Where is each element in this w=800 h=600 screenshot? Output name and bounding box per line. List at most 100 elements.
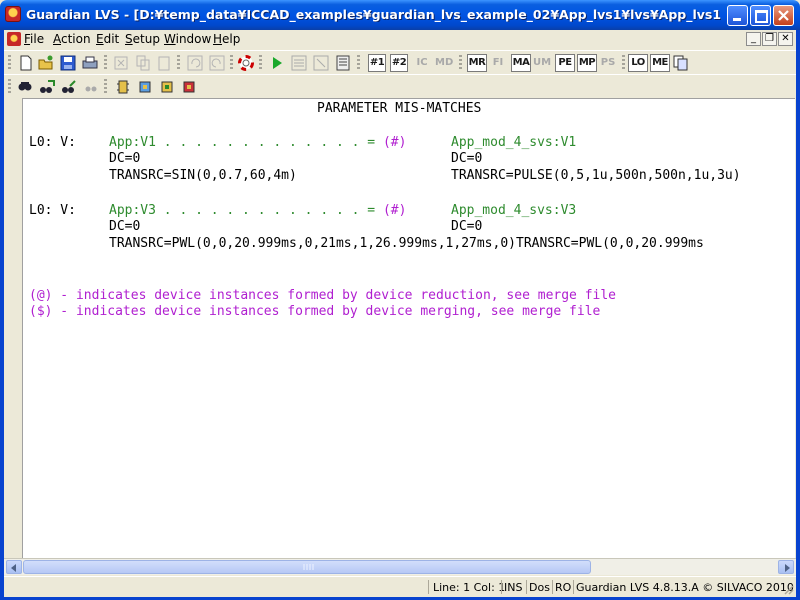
toolbar-grip[interactable]	[104, 55, 107, 71]
print-icon[interactable]	[81, 54, 99, 72]
redo-icon[interactable]	[208, 54, 226, 72]
menu-setup-rest: etup	[132, 32, 160, 46]
scroll-thumb[interactable]	[23, 560, 591, 574]
toolbar-grip[interactable]	[8, 79, 11, 95]
tb-me-button[interactable]: ME	[650, 54, 670, 72]
tb-pe-button[interactable]: PE	[555, 54, 575, 72]
status-divider	[552, 580, 553, 594]
netlist-icon[interactable]	[290, 54, 308, 72]
menu-setup-key: S	[125, 32, 133, 46]
goto-icon[interactable]	[82, 78, 100, 96]
undo-icon[interactable]	[186, 54, 204, 72]
tb-ma-button[interactable]: MA	[511, 54, 531, 72]
toolbar-main: #1 #2 IC MD MR FI MA UM PE MP PS LO ME	[4, 50, 796, 75]
menu-window-key: W	[164, 32, 176, 46]
status-access: RO	[555, 581, 572, 594]
tb-1-button[interactable]: #1	[368, 54, 386, 72]
device-icon[interactable]	[158, 78, 176, 96]
menu-setup[interactable]: Setup	[125, 32, 160, 46]
close-button[interactable]	[773, 5, 794, 26]
toolbar-grip[interactable]	[622, 55, 625, 71]
scroll-right-button[interactable]	[778, 560, 794, 574]
dot-leader: . . . . . . . . . . . . . =	[155, 203, 383, 218]
right-param: DC=0	[451, 151, 483, 166]
left-param: DC=0	[109, 219, 141, 234]
status-divider	[526, 580, 527, 594]
tb-mp-button[interactable]: MP	[577, 54, 597, 72]
report-heading: PARAMETER MIS-MATCHES	[317, 101, 482, 116]
right-device: App_mod_4_svs:V1	[451, 135, 577, 150]
status-divider	[428, 580, 429, 594]
horizontal-scrollbar[interactable]	[4, 558, 796, 575]
menu-window[interactable]: Window	[164, 32, 211, 46]
toolbar-secondary	[4, 74, 796, 98]
find-next-icon[interactable]	[38, 78, 56, 96]
mdi-close-button[interactable]: ✕	[778, 32, 793, 46]
status-product: Guardian LVS 4.8.13.A © SILVACO 2010	[576, 581, 794, 594]
cell-icon[interactable]	[136, 78, 154, 96]
mdi-restore-button[interactable]: ❐	[762, 32, 777, 46]
tb-lo-button[interactable]: LO	[628, 54, 648, 72]
toolbar-grip[interactable]	[230, 55, 233, 71]
app-icon[interactable]	[5, 6, 21, 22]
pages-icon[interactable]	[672, 54, 690, 72]
toolbar-grip[interactable]	[259, 55, 262, 71]
tb-mr-button[interactable]: MR	[467, 54, 487, 72]
report-icon[interactable]	[334, 54, 352, 72]
legend-line: (@) - indicates device instances formed …	[29, 288, 616, 304]
probe-icon[interactable]	[114, 78, 132, 96]
report-view[interactable]: PARAMETER MIS-MATCHES L0: V: App:V1 . . …	[22, 98, 795, 558]
menu-edit[interactable]: Edit	[96, 32, 119, 46]
toolbar-grip[interactable]	[357, 55, 360, 71]
tb-ps-button[interactable]: PS	[599, 54, 617, 72]
status-format: Dos	[529, 581, 550, 594]
minimize-button[interactable]	[727, 5, 748, 26]
scroll-left-button[interactable]	[6, 560, 22, 574]
tb-2-button[interactable]: #2	[390, 54, 408, 72]
tb-fi-button[interactable]: FI	[489, 54, 507, 72]
menu-file[interactable]: File	[24, 32, 44, 46]
lifebuoy-icon[interactable]	[237, 54, 255, 72]
copy-icon[interactable]	[134, 54, 152, 72]
left-param: TRANSRC=PWL(0,0,20.999ms,0,21ms,1,26.999…	[109, 236, 516, 251]
toolbar-grip[interactable]	[177, 55, 180, 71]
legend-text: - indicates device instances formed by d…	[52, 304, 601, 319]
chevron-right-icon	[785, 564, 790, 572]
menu-file-rest: ile	[30, 32, 45, 46]
legend-marker: (@)	[29, 288, 53, 303]
status-divider	[573, 580, 574, 594]
tb-ic-button[interactable]: IC	[413, 54, 431, 72]
resize-grip-icon[interactable]	[782, 583, 794, 595]
left-device: App:V3	[109, 203, 156, 218]
find-icon[interactable]	[16, 78, 34, 96]
cut-icon[interactable]	[112, 54, 130, 72]
legend-marker: ($)	[29, 304, 53, 319]
menu-bar: File Action Edit Setup Window Help _ ❐ ✕	[4, 30, 796, 49]
document-icon[interactable]	[7, 32, 21, 46]
title-bar[interactable]: Guardian LVS - [D:¥temp_data¥ICCAD_examp…	[0, 0, 800, 30]
right-device: App_mod_4_svs:V3	[451, 203, 577, 218]
status-position: Line: 1 Col: 1	[433, 581, 506, 594]
legend-text: - indicates device instances formed by d…	[52, 288, 617, 303]
find-prev-icon[interactable]	[60, 78, 78, 96]
layout-icon[interactable]	[312, 54, 330, 72]
menu-action[interactable]: Action	[53, 32, 91, 46]
toolbar-grip[interactable]	[459, 55, 462, 71]
paste-icon[interactable]	[155, 54, 173, 72]
save-icon[interactable]	[59, 54, 77, 72]
open-icon[interactable]	[37, 54, 55, 72]
run-icon[interactable]	[268, 54, 286, 72]
mdi-minimize-button[interactable]: _	[746, 32, 761, 46]
toolbar-grip[interactable]	[104, 79, 107, 95]
tb-md-button[interactable]: MD	[435, 54, 453, 72]
close-icon	[778, 10, 789, 21]
menu-action-rest: ction	[61, 32, 91, 46]
menu-help-key: H	[213, 32, 223, 46]
toolbar-grip[interactable]	[8, 55, 11, 71]
maximize-button[interactable]	[750, 5, 771, 26]
menu-help[interactable]: Help	[213, 32, 240, 46]
tb-um-button[interactable]: UM	[533, 54, 551, 72]
overflow-param-line: TRANSRC=PWL(0,0,20.999ms,0,21ms,1,26.999…	[109, 236, 794, 252]
net-icon[interactable]	[180, 78, 198, 96]
new-file-icon[interactable]	[17, 54, 35, 72]
